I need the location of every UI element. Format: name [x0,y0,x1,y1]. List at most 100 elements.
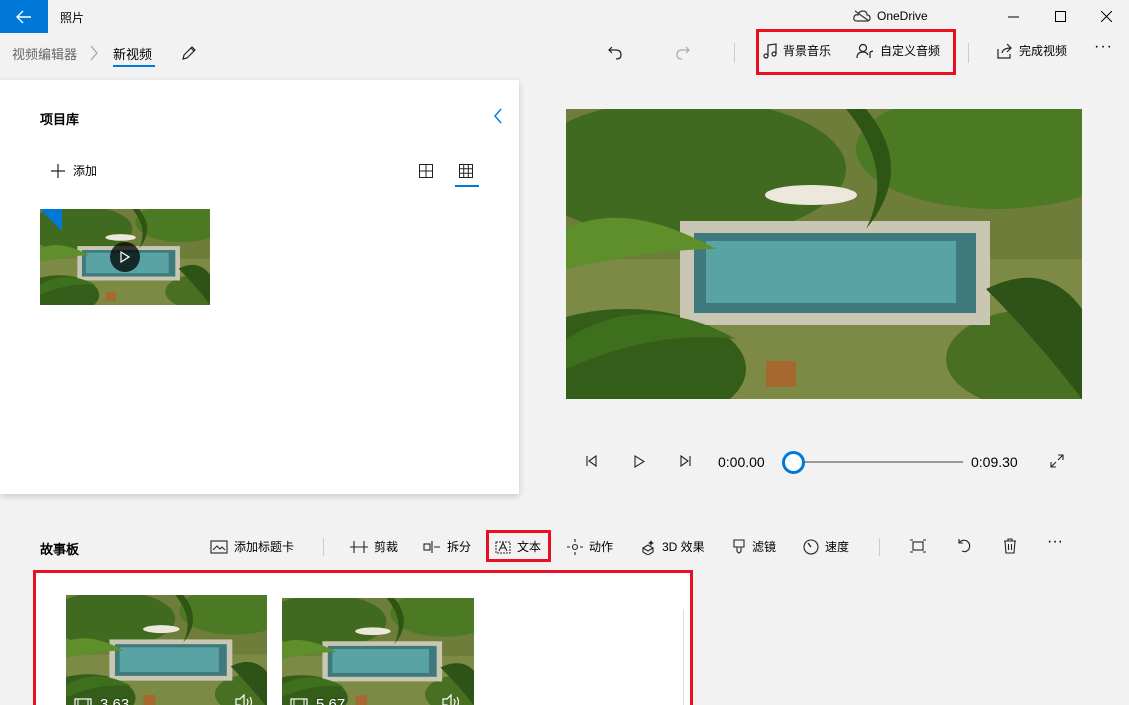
storyboard-title: 故事板 [40,542,80,557]
maximize-icon [1054,11,1066,22]
film-icon [74,697,92,705]
maximize-button[interactable] [1037,0,1083,33]
cloud-off-icon [853,10,871,22]
clip-duration-label: 3.63 [100,696,130,705]
highlight-box-audio [756,29,956,75]
video-preview [566,109,1082,399]
share-icon [997,43,1012,59]
storyboard-more-button[interactable]: ··· [1047,533,1063,551]
volume-icon[interactable] [235,694,255,705]
fullscreen-button[interactable] [1047,451,1067,471]
highlight-box-text [486,530,551,562]
title-card-icon [210,539,228,554]
trim-label: 剪裁 [374,540,399,554]
title-bar: 照片 OneDrive [0,0,1129,33]
motion-button[interactable]: 动作 [567,538,613,555]
add-label: 添加 [73,164,98,178]
view-selected-indicator [455,185,479,187]
delete-button[interactable] [1000,536,1020,556]
resize-frame-icon [910,539,926,553]
app-title: 照片 [60,11,85,25]
more-icon: ··· [1094,38,1113,55]
resize-button[interactable] [908,536,928,556]
split-label: 拆分 [447,540,472,554]
speed-label: 速度 [825,540,850,554]
storyboard-clip[interactable]: 3.63 [66,595,267,705]
breadcrumb-video-editor[interactable]: 视频编辑器 [12,44,77,63]
add-title-card-button[interactable]: 添加标题卡 [210,538,294,555]
clip-duration-label: 5.67 [316,696,346,705]
finish-video-button[interactable]: 完成视频 [997,42,1067,59]
seek-thumb[interactable] [782,451,805,474]
current-time: 0:00.00 [718,454,765,470]
play-icon[interactable] [110,242,140,272]
grid-small-icon [459,164,473,178]
add-title-card-label: 添加标题卡 [234,540,295,554]
clip-thumbnail-image [66,595,267,705]
minimize-button[interactable] [990,0,1036,33]
toolbar-divider [734,43,735,63]
split-button[interactable]: 拆分 [423,538,471,555]
close-button[interactable] [1083,0,1129,33]
grid-large-icon [419,164,433,178]
3d-effects-label: 3D 效果 [662,540,705,554]
close-icon [1100,11,1112,22]
player-controls: 0:00.00 0:09.30 [0,440,1129,484]
undo-icon [608,46,622,60]
storyboard-divider [323,538,324,556]
speed-button[interactable]: 速度 [803,538,849,555]
pencil-icon [182,46,196,60]
more-options-button[interactable]: ··· [1094,38,1113,56]
back-arrow-icon [16,10,31,23]
add-media-button[interactable]: 添加 [50,162,97,179]
filters-label: 滤镜 [752,540,777,554]
library-title: 项目库 [40,112,80,127]
storyboard-divider [879,538,880,556]
storyboard-clip[interactable]: 5.67 [282,598,474,705]
split-icon [423,540,440,553]
preview-frame-image [566,109,1082,399]
chevron-right-icon [90,45,98,61]
project-library-panel: 项目库 添加 [0,80,519,494]
onedrive-label: OneDrive [877,9,928,23]
undo-button[interactable] [604,42,626,64]
total-time: 0:09.30 [971,454,1018,470]
plus-icon [51,163,65,178]
step-forward-icon [680,455,691,467]
small-grid-view-button[interactable] [458,163,474,179]
trash-icon [1004,538,1016,554]
play-icon [633,454,645,468]
volume-icon[interactable] [442,694,462,705]
trim-button[interactable]: 剪裁 [350,538,398,555]
chevron-left-icon [494,108,502,124]
collapse-library-button[interactable] [488,106,508,126]
onedrive-status[interactable]: OneDrive [853,9,928,23]
finish-video-label: 完成视频 [1019,44,1068,58]
breadcrumb-underline [113,65,155,67]
rotate-button[interactable] [954,536,974,556]
trim-icon [350,540,368,553]
storyboard-panel: 故事板 添加标题卡 剪裁 拆分 文本 动作 3D 效果 滤镜 速度 ··· 3.… [0,520,1129,705]
seek-bar[interactable] [793,461,963,463]
added-corner-marker-icon [40,209,62,231]
expand-icon [1050,454,1064,468]
clip-duration: 5.67 [290,696,345,705]
drop-zone-divider [683,609,684,705]
minimize-icon [1007,16,1019,18]
film-icon [290,697,308,705]
rename-button[interactable] [178,43,200,63]
next-frame-button[interactable] [677,452,695,470]
toolbar-divider [968,43,969,63]
back-button[interactable] [0,0,48,33]
redo-icon [676,46,690,60]
play-button[interactable] [630,452,648,470]
large-grid-view-button[interactable] [418,163,434,179]
library-video-thumbnail[interactable] [40,209,210,305]
previous-frame-button[interactable] [582,452,600,470]
breadcrumb-project-name[interactable]: 新视频 [113,44,152,63]
3d-effects-button[interactable]: 3D 效果 [640,538,705,555]
motion-icon [567,538,583,555]
redo-button[interactable] [672,42,694,64]
filters-button[interactable]: 滤镜 [732,538,776,555]
clip-thumbnail-image [282,598,474,705]
